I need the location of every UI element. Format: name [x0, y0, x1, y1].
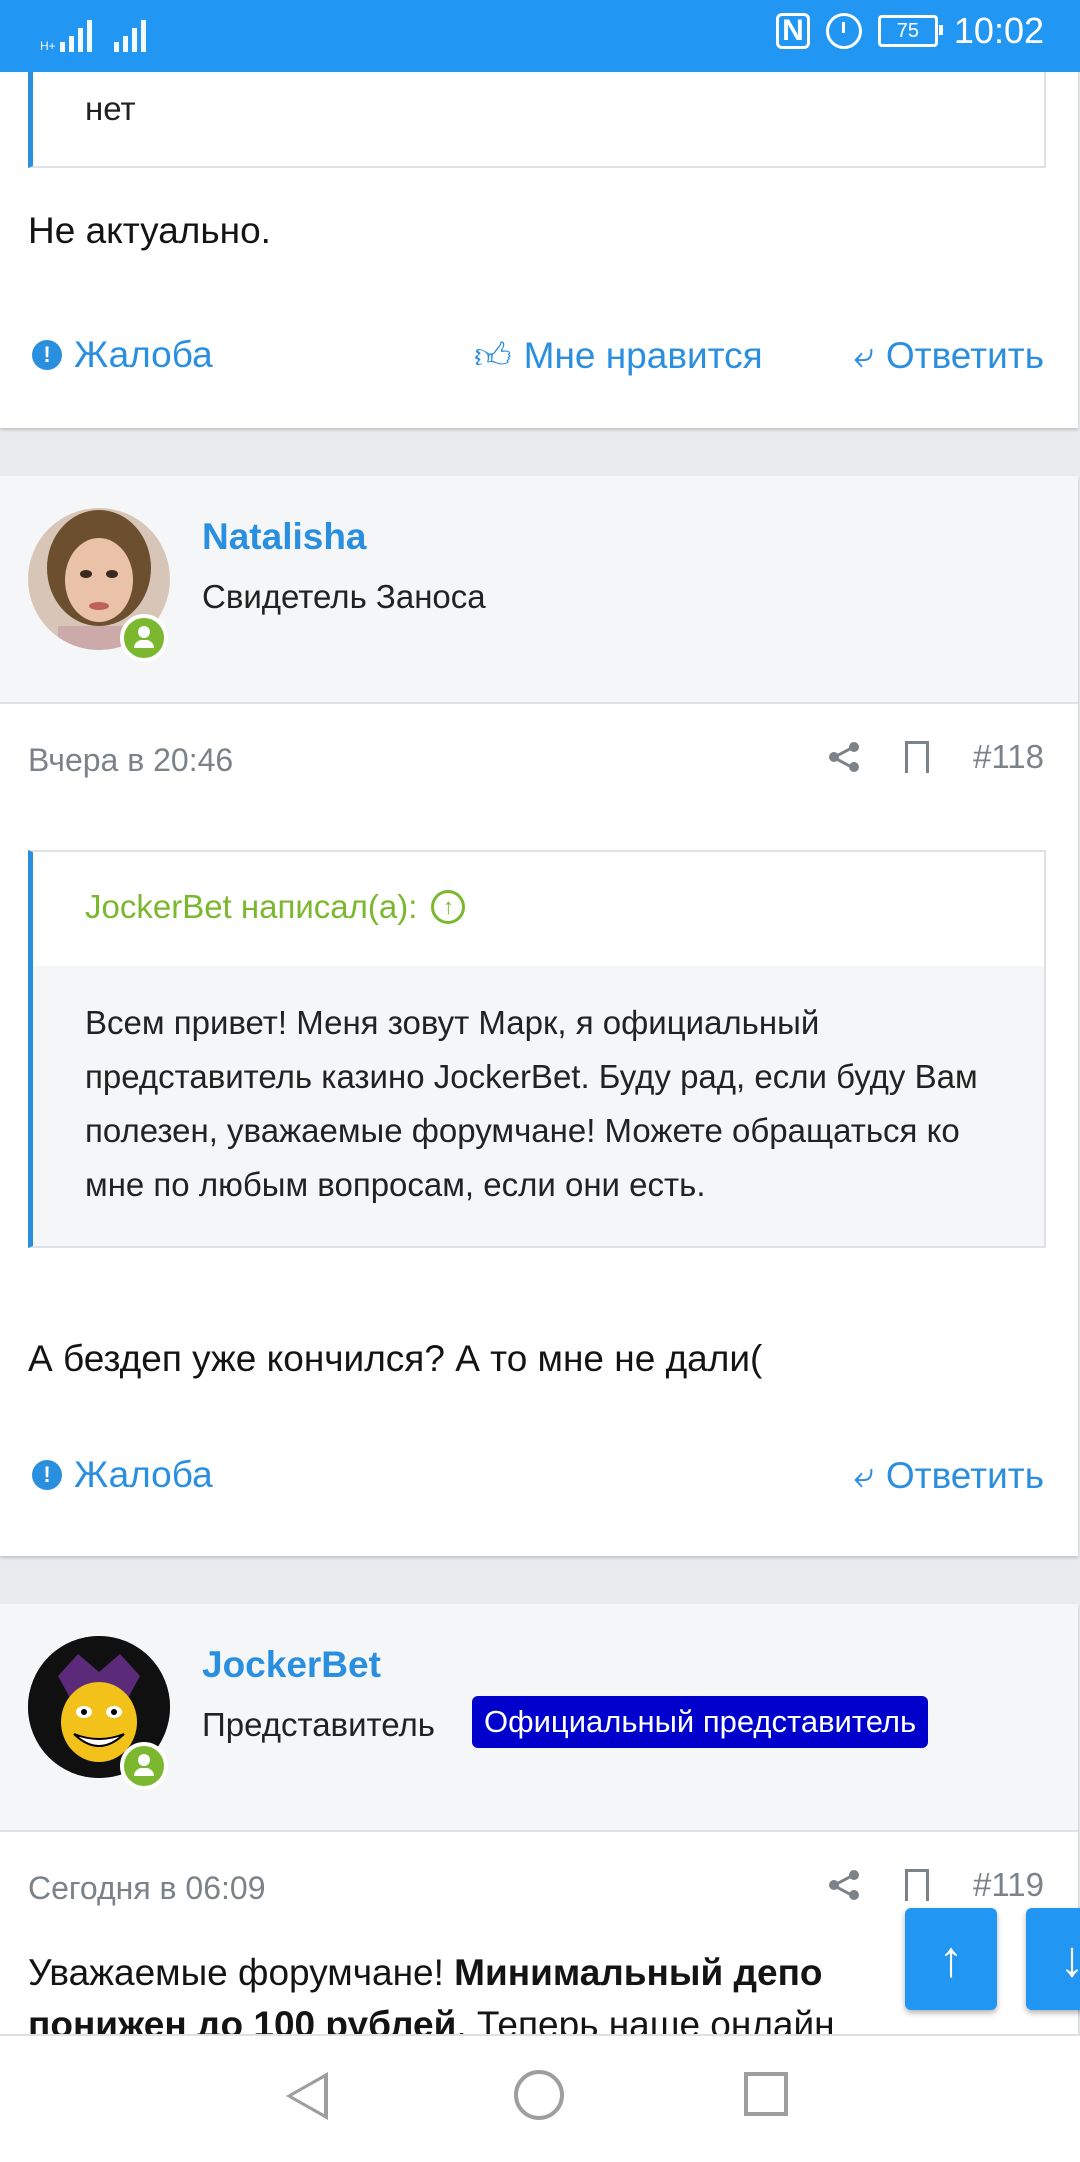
bookmark-icon[interactable]	[905, 741, 929, 773]
network-type-label: H+	[40, 40, 56, 52]
share-icon[interactable]	[827, 1868, 861, 1902]
status-bar: H+ N 75 10:02	[0, 0, 1080, 72]
share-icon[interactable]	[827, 740, 861, 774]
scroll-down-button[interactable]: ↓	[1026, 1908, 1080, 2010]
like-icon: 👍︎	[474, 334, 512, 378]
reply-icon: ⤶	[854, 1454, 874, 1497]
reply-icon: ⤶	[854, 334, 874, 377]
post-text-bold: Минимальный депо	[454, 1952, 822, 1993]
post-number[interactable]: #118	[973, 738, 1044, 776]
post-text-plain: Уважаемые форумчане!	[28, 1952, 454, 1993]
post-card-118: Natalisha Свидетель Заноса Вчера в 20:46…	[0, 476, 1078, 1556]
post-date[interactable]: Сегодня в 06:09	[28, 1870, 266, 1907]
user-title: Представитель	[202, 1706, 435, 1744]
username[interactable]: JockerBet	[202, 1644, 381, 1686]
battery-icon: 75	[878, 15, 938, 47]
quote-text: Всем привет! Меня зовут Марк, я официаль…	[33, 966, 1044, 1246]
post-number[interactable]: #119	[973, 1866, 1044, 1904]
online-status-icon	[120, 614, 168, 662]
bookmark-icon[interactable]	[905, 1869, 929, 1901]
user-title: Свидетель Заноса	[202, 578, 486, 616]
quote-jump-icon[interactable]: ↑	[431, 890, 465, 924]
like-button[interactable]: 👍︎ Мне нравится	[474, 334, 763, 378]
back-icon[interactable]	[286, 2072, 328, 2120]
clock: 10:02	[954, 10, 1044, 52]
post-meta: #118	[827, 738, 1044, 776]
signal-icon-2	[114, 18, 146, 52]
post-date[interactable]: Вчера в 20:46	[28, 742, 233, 779]
post-text: Уважаемые форумчане! Минимальный депо	[28, 1952, 823, 1994]
scroll-up-button[interactable]: ↑	[905, 1908, 997, 2010]
online-status-icon	[120, 1742, 168, 1790]
quote-block: нет	[28, 60, 1046, 168]
user-badge: Официальный представитель	[472, 1696, 928, 1748]
quote-author[interactable]: JockerBet написал(а): ↑	[85, 888, 465, 926]
quote-author-label: JockerBet написал(а):	[85, 888, 417, 926]
reply-button[interactable]: ⤶ Ответить	[854, 1454, 1044, 1497]
username[interactable]: Natalisha	[202, 516, 367, 558]
quote-block: JockerBet написал(а): ↑ Всем привет! Мен…	[28, 850, 1046, 1248]
reply-button[interactable]: ⤶ Ответить	[854, 334, 1044, 377]
system-nav-bar	[0, 2034, 1080, 2162]
like-label: Мне нравится	[524, 335, 763, 377]
report-button[interactable]: ! Жалоба	[32, 1454, 213, 1496]
report-label: Жалоба	[74, 334, 213, 376]
report-icon: !	[32, 1460, 62, 1490]
arrow-up-icon: ↑	[939, 1930, 964, 1988]
nfc-icon: N	[776, 13, 810, 49]
post-meta: #119	[827, 1866, 1044, 1904]
reply-label: Ответить	[886, 335, 1044, 377]
alarm-icon	[826, 13, 862, 49]
report-label: Жалоба	[74, 1454, 213, 1496]
signal-icon-1: H+	[40, 18, 92, 52]
quote-text: нет	[85, 90, 136, 128]
reply-label: Ответить	[886, 1455, 1044, 1497]
recents-icon[interactable]	[744, 2072, 788, 2116]
report-button[interactable]: ! Жалоба	[32, 334, 213, 376]
post-text: А бездеп уже кончился? А то мне не дали(	[28, 1338, 762, 1380]
report-icon: !	[32, 340, 62, 370]
post-text: Не актуально.	[28, 210, 271, 252]
arrow-down-icon: ↓	[1060, 1930, 1080, 1988]
home-icon[interactable]	[514, 2070, 564, 2120]
